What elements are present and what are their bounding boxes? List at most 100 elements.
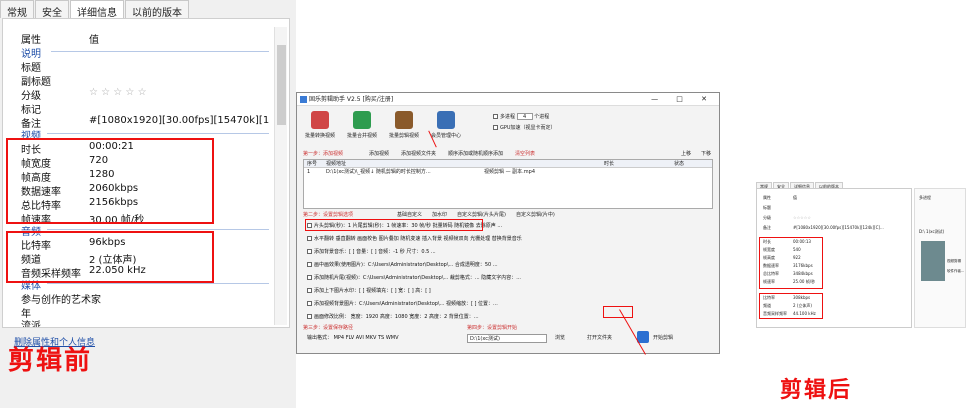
option-row[interactable]: 添加视频背景图片：C:\Users\Administrator\Desktop\… — [307, 299, 498, 309]
option-text: 添加视频背景图片：C:\Users\Administrator\Desktop\… — [314, 301, 498, 307]
output-format-row[interactable]: 输出格式： MP4 FLV AVI MKV TS WMV — [307, 333, 399, 343]
row-tags-label: 标记 — [21, 105, 41, 116]
clear-list-button[interactable]: 清空列表 — [515, 150, 535, 157]
option-row[interactable]: 添加随机片尾(视频)：C:\Users\Administrator\Deskto… — [307, 273, 521, 283]
order-add-button[interactable]: 顺序添加或随机顺序添加 — [448, 150, 503, 157]
toolbar: 批量转换视频 批量合并视频 批量剪辑视频 会员管理中心 — [301, 111, 469, 151]
header-property: 属性 — [21, 35, 41, 46]
header-value: 值 — [89, 35, 99, 46]
step3-label: 第三步：设置保存路径 — [303, 325, 354, 331]
option-row[interactable]: 添加上下图片水印：[ ] 视频填充：[ ] 宽：[ ] 高：[ ] — [307, 286, 431, 296]
tab-watermark[interactable]: 加水印 — [432, 211, 447, 218]
row-title-label: 标题 — [21, 63, 41, 74]
move-up-button[interactable]: 上移 — [681, 150, 691, 157]
step2-tabs: 基础自定义 加水印 自定义剪辑(片头片尾) 自定义剪辑(片中) — [397, 211, 555, 218]
open-folder-button[interactable]: 打开文件夹 — [587, 334, 612, 341]
window-controls[interactable]: — □ ✕ — [651, 93, 715, 106]
tool-batch-merge[interactable]: 批量合并视频 — [343, 111, 381, 151]
process-count-input[interactable]: 4 — [516, 113, 533, 120]
app-icon — [300, 96, 307, 103]
option-row[interactable]: 画中画效果(使用图片)：C:\Users\Administrator\Deskt… — [307, 260, 498, 270]
multi-process-checkbox[interactable] — [493, 114, 498, 119]
tool-label: 批量转换视频 — [304, 133, 335, 139]
after-details-list: 属性 值 标题 分级 ☆☆☆☆☆ 备注 #[1080x1920][30.00fp… — [756, 188, 912, 328]
video-thumbnail — [921, 241, 945, 281]
side-text: D:\ 1(xc测试) — [919, 229, 945, 234]
after-row-label: 标题 — [763, 205, 771, 210]
properties-tabs: 常规 安全 详细信息 以前的版本 — [0, 0, 190, 19]
tool-batch-convert[interactable]: 批量转换视频 — [301, 111, 339, 151]
checkbox[interactable] — [307, 301, 312, 306]
option-text: 画中画效果(使用图片)：C:\Users\Administrator\Deskt… — [314, 262, 498, 268]
tab-details[interactable]: 详细信息 — [70, 0, 124, 19]
editor-window: 固乐剪辑助手 V2.5 [购买/注册] — □ ✕ 批量转换视频 批量合并视频 … — [296, 92, 720, 354]
step2-label: 第二步：设置剪辑选项 — [303, 212, 354, 218]
tab-security[interactable]: 安全 — [35, 0, 69, 19]
tab-custom-head-tail[interactable]: 自定义剪辑(片头片尾) — [457, 211, 506, 218]
highlight-video-box — [6, 138, 214, 224]
vertical-scrollbar[interactable] — [274, 27, 287, 325]
option-row[interactable]: 画面修改比例： 宽度：1920 高度：1080 宽度：2 高度：2 背景位置：.… — [307, 312, 479, 322]
after-row-value: #[1080x1920][30.00fps][15470k][124k][C].… — [793, 225, 884, 230]
checkbox[interactable] — [307, 249, 312, 254]
checkbox[interactable] — [307, 262, 312, 267]
highlight-audio-box — [6, 231, 214, 283]
tool-member-center[interactable]: 会员管理中心 — [427, 111, 465, 151]
option-text: 添加上下图片水印：[ ] 视频填充：[ ] 宽：[ ] 高：[ ] — [314, 288, 431, 294]
highlight-video-box — [759, 237, 823, 289]
merge-icon — [353, 111, 371, 129]
gpu-checkbox[interactable] — [493, 125, 498, 130]
rating-stars[interactable]: ☆ ☆ ☆ ☆ ☆ — [89, 87, 269, 98]
before-properties-window: 常规 安全 详细信息 以前的版本 属性 值 说明 标题 副标题 分级 ☆ ☆ ☆… — [0, 0, 296, 408]
add-video-button[interactable]: 添加视频 — [369, 150, 389, 157]
after-rating[interactable]: ☆☆☆☆☆ — [793, 215, 811, 220]
option-row[interactable]: 添加背景音乐：[ ] 音量：[ ] 音频：-1 秒 尺寸：0.5 ... — [307, 247, 436, 257]
browse-button[interactable]: 浏览 — [555, 334, 565, 341]
section-divider — [47, 283, 269, 284]
process-unit: 个进程 — [534, 114, 550, 120]
checkbox[interactable] — [307, 288, 312, 293]
highlight-audio-box — [759, 293, 823, 319]
tab-basic[interactable]: 基础自定义 — [397, 211, 422, 218]
row-filename: 视频剪辑 — 副本.mp4 — [484, 169, 535, 175]
option-row[interactable]: 水平翻转 垂直翻转 画面校色 图片叠加 随机变速 插入背景 视频帧双向 光栅处理… — [307, 234, 522, 244]
add-folder-button[interactable]: 添加视频文件夹 — [401, 150, 436, 157]
section-description: 说明 — [21, 49, 41, 60]
side-text: 多进程 — [919, 195, 931, 200]
tab-general[interactable]: 常规 — [0, 0, 34, 19]
video-list: 序号 视频地址 时长 状态 1 D:\1(xc测试)\_视频↓ 随机剪辑的时长控… — [303, 159, 713, 209]
after-row-value: 值 — [793, 195, 797, 200]
caption-after: 剪辑后 — [780, 378, 853, 403]
col-status: 状态 — [674, 161, 685, 167]
checkbox[interactable] — [307, 236, 312, 241]
tab-previous-versions[interactable]: 以前的版本 — [125, 0, 189, 19]
checkbox[interactable] — [307, 275, 312, 280]
move-down-button[interactable]: 下移 — [701, 150, 711, 157]
checkbox[interactable] — [307, 314, 312, 319]
row-comment-value: #[1080x1920][30.00fps][15470k][124k][C][… — [89, 115, 269, 126]
editor-titlebar: 固乐剪辑助手 V2.5 [购买/注册] — □ ✕ — [297, 93, 719, 106]
option-text: 水平翻转 垂直翻转 画面校色 图片叠加 随机变速 插入背景 视频帧双向 光栅处理… — [314, 236, 522, 242]
tab-custom-middle[interactable]: 自定义剪辑(片中) — [516, 211, 555, 218]
option-text: 添加随机片尾(视频)：C:\Users\Administrator\Deskto… — [314, 275, 522, 281]
save-path-input[interactable]: D:\1(xc测试) — [467, 334, 547, 343]
caption-before: 剪辑前 — [8, 346, 93, 376]
section-divider — [51, 51, 269, 52]
section-divider — [47, 133, 269, 134]
tool-batch-edit[interactable]: 批量剪辑视频 — [385, 111, 423, 151]
process-options: 多进程 4 个进程 GPU加速（视显卡而定） — [493, 113, 556, 131]
row-path: D:\1(xc测试)\_视频↓ 随机剪辑的时长控制方... — [326, 169, 431, 175]
table-row[interactable]: 1 D:\1(xc测试)\_视频↓ 随机剪辑的时长控制方... 视频剪辑 — 副… — [304, 168, 712, 177]
side-text: 软件作者... — [947, 269, 965, 273]
row-no: 1 — [307, 169, 311, 175]
scrollbar-thumb[interactable] — [277, 45, 286, 125]
option-text: 画面修改比例： 宽度：1920 高度：1080 宽度：2 高度：2 背景位置：.… — [314, 314, 479, 320]
list-nav: 上移 下移 — [681, 150, 711, 157]
col-path: 视频地址 — [326, 161, 347, 167]
after-row-label: 备注 — [763, 225, 771, 230]
after-row-label: 分级 — [763, 215, 771, 220]
step1-actions: 添加视频 添加视频文件夹 顺序添加或随机顺序添加 清空列表 — [369, 150, 535, 157]
option-text: 添加背景音乐：[ ] 音量：[ ] 音频：-1 秒 尺寸：0.5 ... — [314, 249, 436, 255]
start-button[interactable]: 开始剪辑 — [653, 334, 673, 341]
edit-icon — [395, 111, 413, 129]
